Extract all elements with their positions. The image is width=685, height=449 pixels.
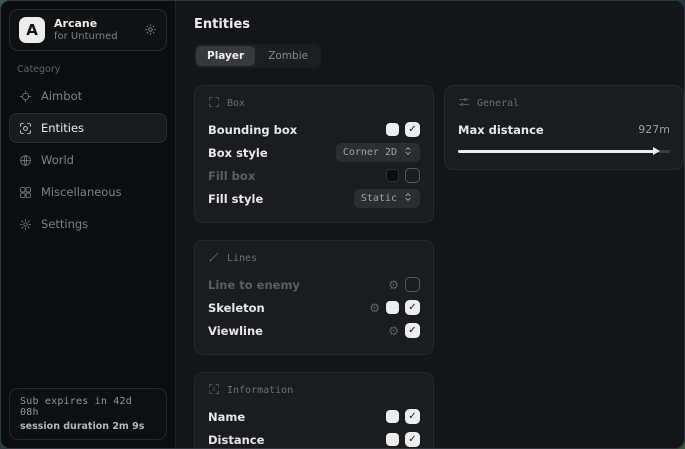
- card-title: Information: [227, 385, 293, 396]
- setting-row-fill-style: Fill style Static: [208, 187, 420, 210]
- sidebar-item-miscellaneous[interactable]: Miscellaneous: [9, 177, 167, 207]
- setting-row-max-distance: Max distance 927m: [458, 118, 670, 141]
- sidebar-item-world[interactable]: World: [9, 145, 167, 175]
- row-settings-gear-icon[interactable]: ⚙: [388, 279, 399, 291]
- setting-row-skeleton: Skeleton ⚙: [208, 296, 420, 319]
- color-swatch[interactable]: [386, 301, 399, 314]
- sidebar: A Arcane for Unturned Category Aimbot: [1, 1, 176, 448]
- page-title: Entities: [194, 17, 684, 32]
- color-swatch[interactable]: [386, 433, 399, 446]
- skeleton-checkbox[interactable]: [405, 300, 420, 315]
- max-distance-value: 927m: [638, 123, 670, 136]
- box-icon: [208, 96, 220, 111]
- session-duration-text: session duration 2m 9s: [20, 421, 156, 432]
- row-settings-gear-icon[interactable]: ⚙: [388, 325, 399, 337]
- settings-gear-icon[interactable]: [144, 21, 157, 40]
- main-panel: Entities Player Zombie Box Bounding box: [176, 1, 685, 448]
- name-checkbox[interactable]: [405, 409, 420, 424]
- setting-row-line-to-enemy: Line to enemy ⚙: [208, 273, 420, 296]
- sidebar-item-entities[interactable]: Entities: [9, 113, 167, 143]
- crosshair-icon: [19, 90, 32, 103]
- entities-icon: [19, 122, 32, 135]
- lines-card: Lines Line to enemy ⚙ Skeleton ⚙: [194, 240, 434, 355]
- logo-card: A Arcane for Unturned: [9, 9, 167, 51]
- setting-row-viewline: Viewline ⚙: [208, 319, 420, 342]
- color-swatch[interactable]: [386, 410, 399, 423]
- sliders-icon: [458, 96, 470, 111]
- box-style-dropdown[interactable]: Corner 2D: [336, 143, 420, 162]
- app-title: Arcane: [54, 18, 135, 31]
- subscription-card: Sub expires in 42d 08h session duration …: [9, 388, 167, 440]
- chevrons-up-down-icon: [403, 146, 413, 159]
- row-settings-gear-icon[interactable]: ⚙: [369, 302, 380, 314]
- sidebar-item-label: Entities: [41, 121, 84, 135]
- grid-icon: [19, 186, 32, 199]
- color-swatch[interactable]: [386, 123, 399, 136]
- card-title: General: [477, 98, 519, 109]
- slider-thumb[interactable]: [653, 147, 660, 155]
- card-title: Lines: [227, 253, 257, 264]
- sidebar-item-label: Aimbot: [41, 89, 82, 103]
- setting-row-name: Name: [208, 405, 420, 428]
- setting-row-distance: Distance: [208, 428, 420, 449]
- app-subtitle: for Unturned: [54, 31, 135, 43]
- globe-icon: [19, 154, 32, 167]
- entity-tabs: Player Zombie: [194, 44, 321, 68]
- color-swatch[interactable]: [386, 169, 399, 182]
- bounding-box-checkbox[interactable]: [405, 122, 420, 137]
- box-card: Box Bounding box Box style Corne: [194, 85, 434, 223]
- sidebar-item-label: Miscellaneous: [41, 185, 122, 199]
- app-window: A Arcane for Unturned Category Aimbot: [0, 0, 685, 449]
- tab-player[interactable]: Player: [196, 46, 255, 66]
- fill-style-dropdown[interactable]: Static: [354, 189, 420, 208]
- category-label: Category: [17, 64, 159, 75]
- sidebar-item-label: Settings: [41, 217, 88, 231]
- sidebar-item-settings[interactable]: Settings: [9, 209, 167, 239]
- fill-box-checkbox[interactable]: [405, 168, 420, 183]
- line-icon: [208, 251, 220, 266]
- viewline-checkbox[interactable]: [405, 323, 420, 338]
- info-icon: [208, 383, 220, 398]
- card-title: Box: [227, 98, 245, 109]
- setting-row-bounding-box: Bounding box: [208, 118, 420, 141]
- setting-row-box-style: Box style Corner 2D: [208, 141, 420, 164]
- sub-expires-text: Sub expires in 42d 08h: [20, 396, 156, 418]
- max-distance-slider[interactable]: [458, 145, 670, 157]
- sidebar-item-aimbot[interactable]: Aimbot: [9, 81, 167, 111]
- distance-checkbox[interactable]: [405, 432, 420, 447]
- information-card: Information Name Distance: [194, 372, 434, 449]
- app-logo: A: [19, 17, 45, 43]
- chevrons-up-down-icon: [403, 192, 413, 205]
- sidebar-nav: Aimbot Entities World Miscellaneous: [9, 81, 167, 239]
- setting-row-fill-box: Fill box: [208, 164, 420, 187]
- gear-icon: [19, 218, 32, 231]
- general-card: General Max distance 927m: [444, 85, 684, 170]
- tab-zombie[interactable]: Zombie: [257, 46, 319, 66]
- sidebar-item-label: World: [41, 153, 74, 167]
- line-to-enemy-checkbox[interactable]: [405, 277, 420, 292]
